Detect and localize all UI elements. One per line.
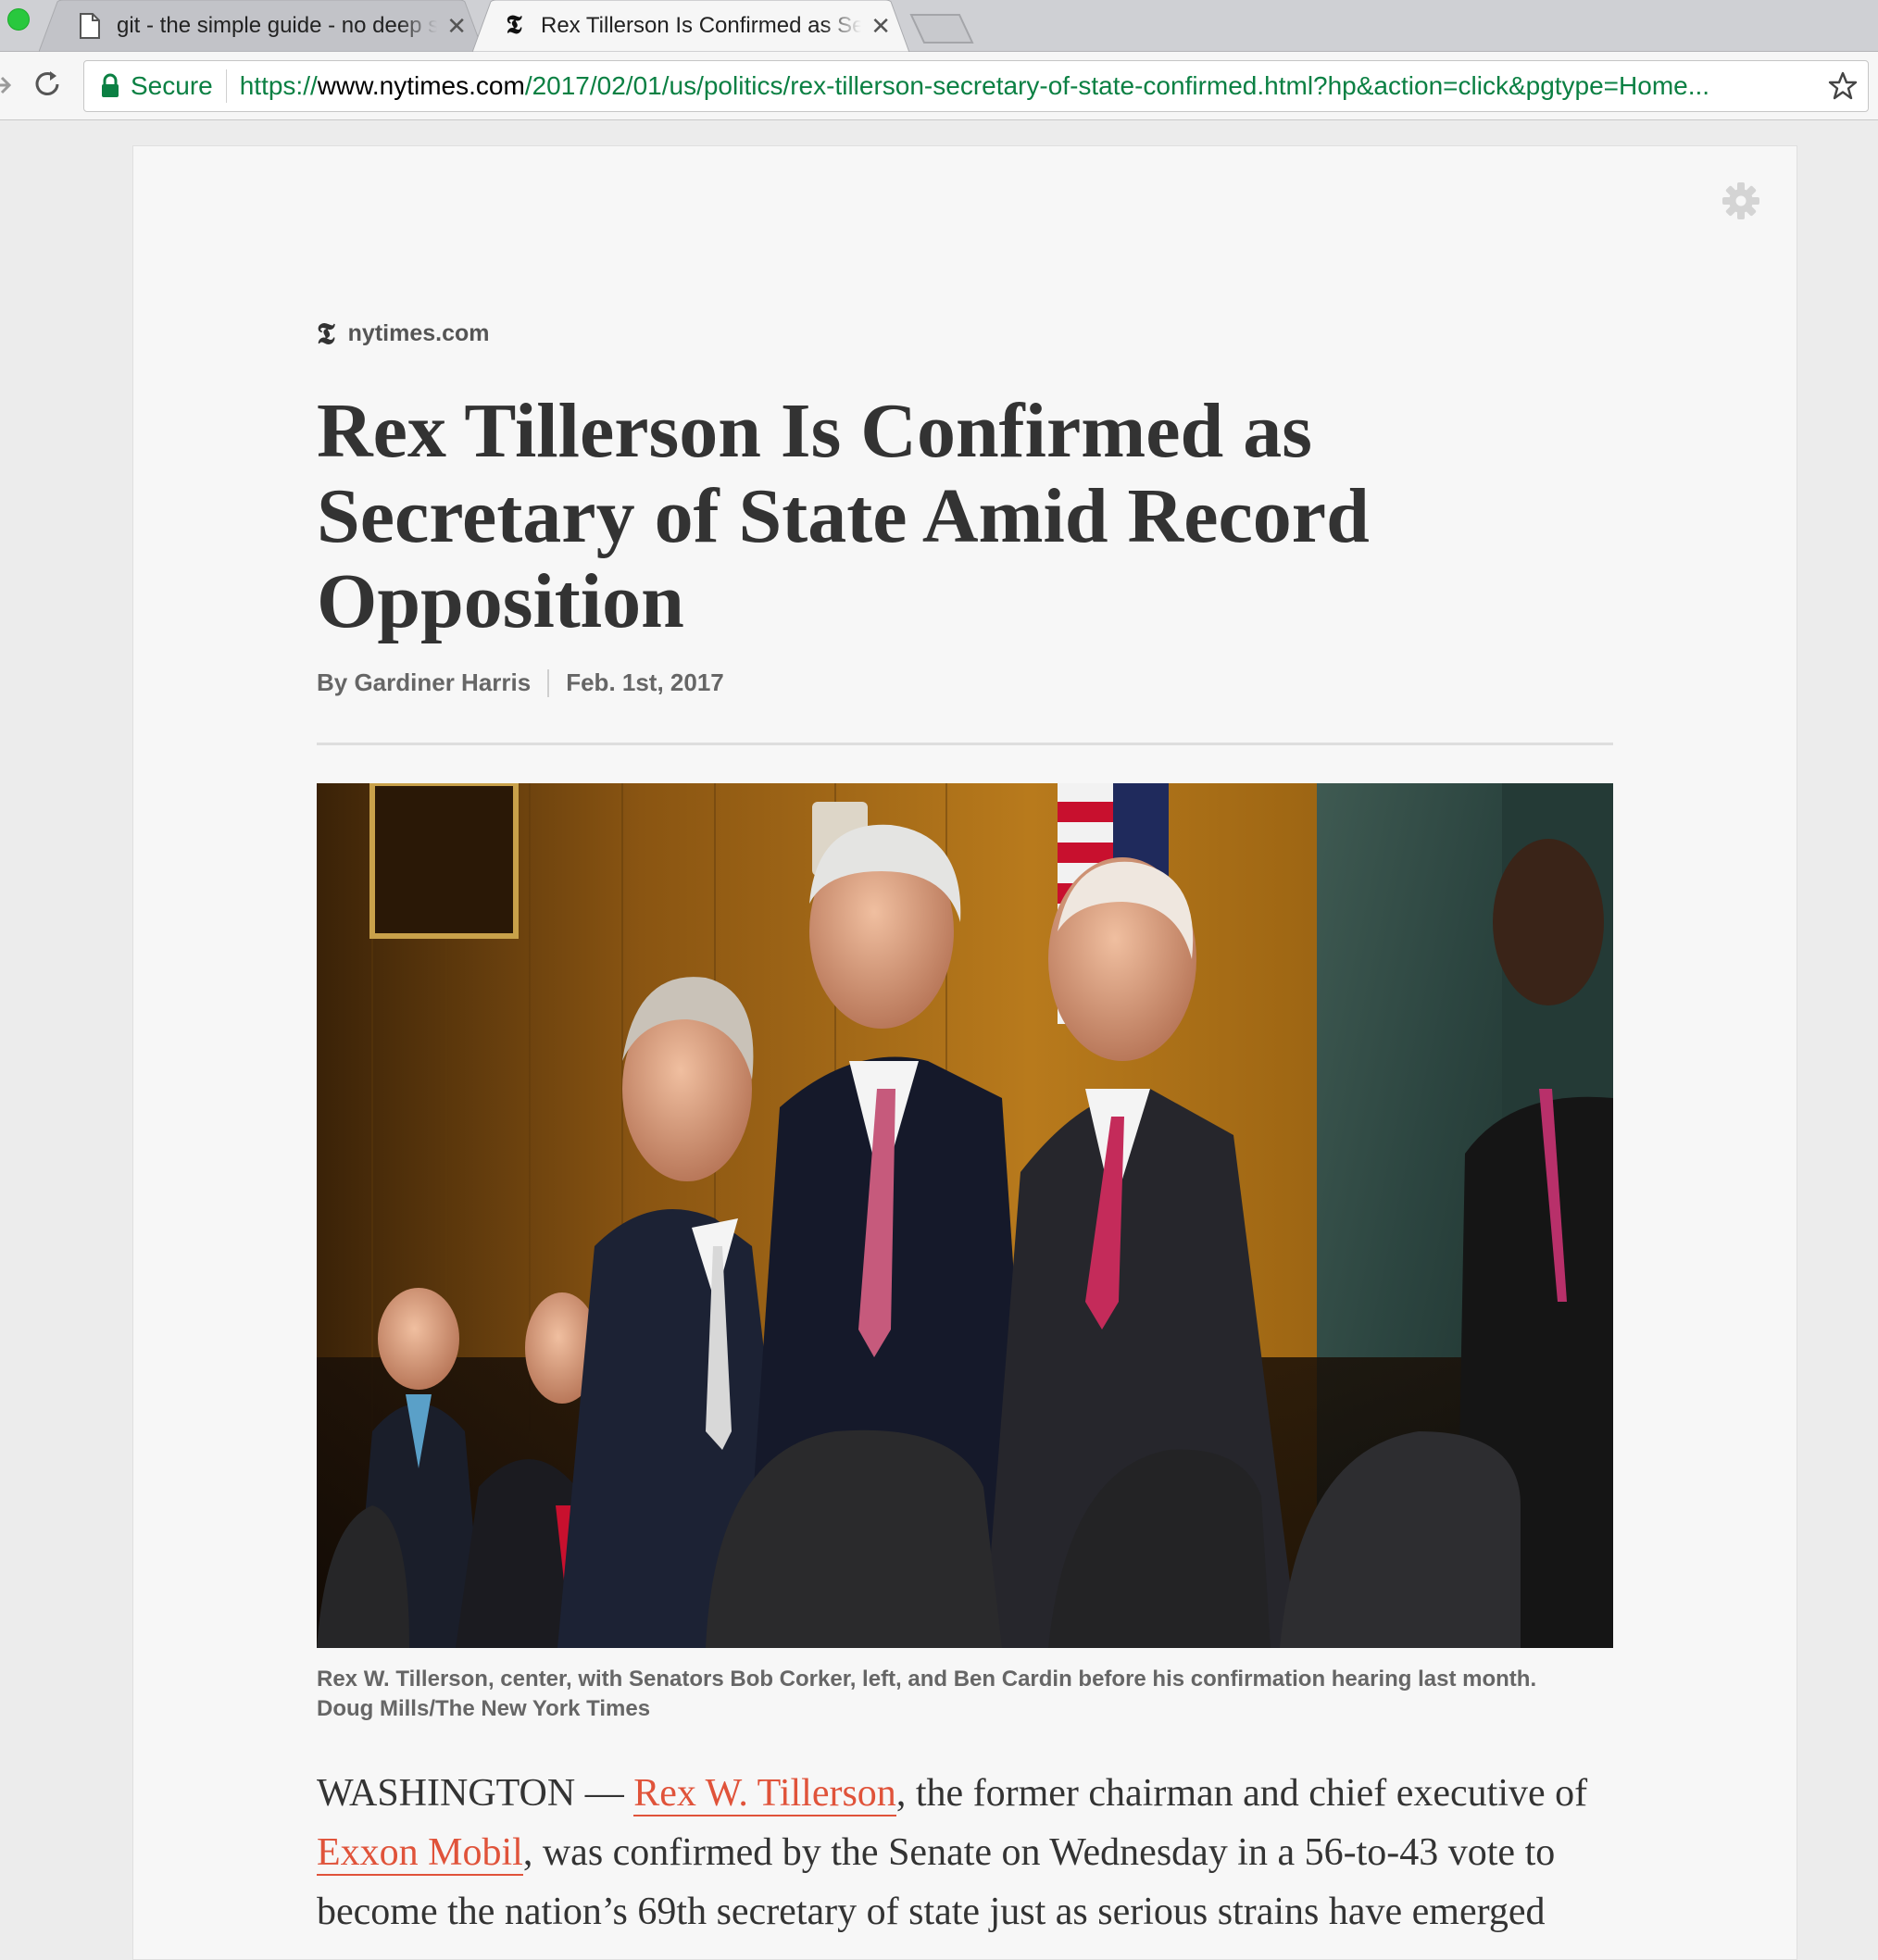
nyt-logo-icon: 𝕿: [506, 11, 522, 40]
gear-icon[interactable]: [1722, 181, 1760, 220]
caption-text: Rex W. Tillerson, center, with Senators …: [317, 1667, 1537, 1692]
secure-label: Secure: [131, 71, 213, 100]
new-tab-button[interactable]: [909, 13, 974, 44]
body-text: , the former chairman and chief executiv…: [895, 1772, 1588, 1815]
photo-illustration: [317, 783, 1613, 1648]
window-zoom-button[interactable]: [7, 8, 30, 31]
document-icon: [80, 13, 100, 39]
tab-strip: git - the simple guide - no deep shit! ✕…: [0, 0, 1878, 52]
dateline: WASHINGTON —: [317, 1772, 634, 1815]
photo-credit: Doug Mills/The New York Times: [317, 1696, 651, 1721]
photo-caption: Rex W. Tillerson, center, with Senators …: [317, 1665, 1613, 1724]
byline-divider: [547, 668, 550, 697]
link-rex-tillerson[interactable]: Rex W. Tillerson: [633, 1772, 896, 1816]
author: By Gardiner Harris: [317, 668, 532, 696]
header-divider: [317, 743, 1613, 745]
lock-icon: [102, 73, 119, 97]
forward-arrow-icon[interactable]: [0, 69, 17, 102]
url-scheme: https://: [239, 71, 318, 100]
url-host: www.nytimes.com: [317, 71, 525, 100]
article-source: 𝕿 nytimes.com: [317, 315, 490, 352]
publish-date: Feb. 1st, 2017: [566, 668, 724, 696]
nyt-logo-icon: 𝕿: [317, 317, 335, 350]
link-exxon-mobil[interactable]: Exxon Mobil: [317, 1831, 523, 1876]
url-path: /2017/02/01/us/politics/rex-tillerson-se…: [524, 71, 1710, 100]
article-photo: [317, 783, 1613, 1648]
byline: By Gardiner Harris Feb. 1st, 2017: [317, 668, 724, 697]
url-text[interactable]: https://www.nytimes.com/2017/02/01/us/po…: [240, 71, 1820, 101]
tab-title: Rex Tillerson Is Confirmed as Secretary …: [541, 13, 862, 38]
tab-nytimes-article[interactable]: 𝕿 Rex Tillerson Is Confirmed as Secretar…: [502, 0, 891, 52]
address-bar[interactable]: Secure https://www.nytimes.com/2017/02/0…: [83, 60, 1869, 112]
bookmark-star-icon[interactable]: [1827, 70, 1859, 102]
close-tab-icon[interactable]: ✕: [870, 14, 891, 38]
browser-toolbar: Secure https://www.nytimes.com/2017/02/0…: [0, 52, 1878, 120]
address-divider: [225, 69, 227, 103]
article-headline: Rex Tillerson Is Confirmed as Secretary …: [317, 388, 1370, 644]
tab-title: git - the simple guide - no deep shit!: [117, 13, 438, 38]
reload-icon[interactable]: [31, 69, 65, 102]
article-body-paragraph: WASHINGTON — Rex W. Tillerson, the forme…: [317, 1764, 1632, 1941]
tab-git-guide[interactable]: git - the simple guide - no deep shit! ✕: [78, 0, 467, 52]
source-domain[interactable]: nytimes.com: [348, 320, 490, 347]
close-tab-icon[interactable]: ✕: [446, 14, 467, 38]
